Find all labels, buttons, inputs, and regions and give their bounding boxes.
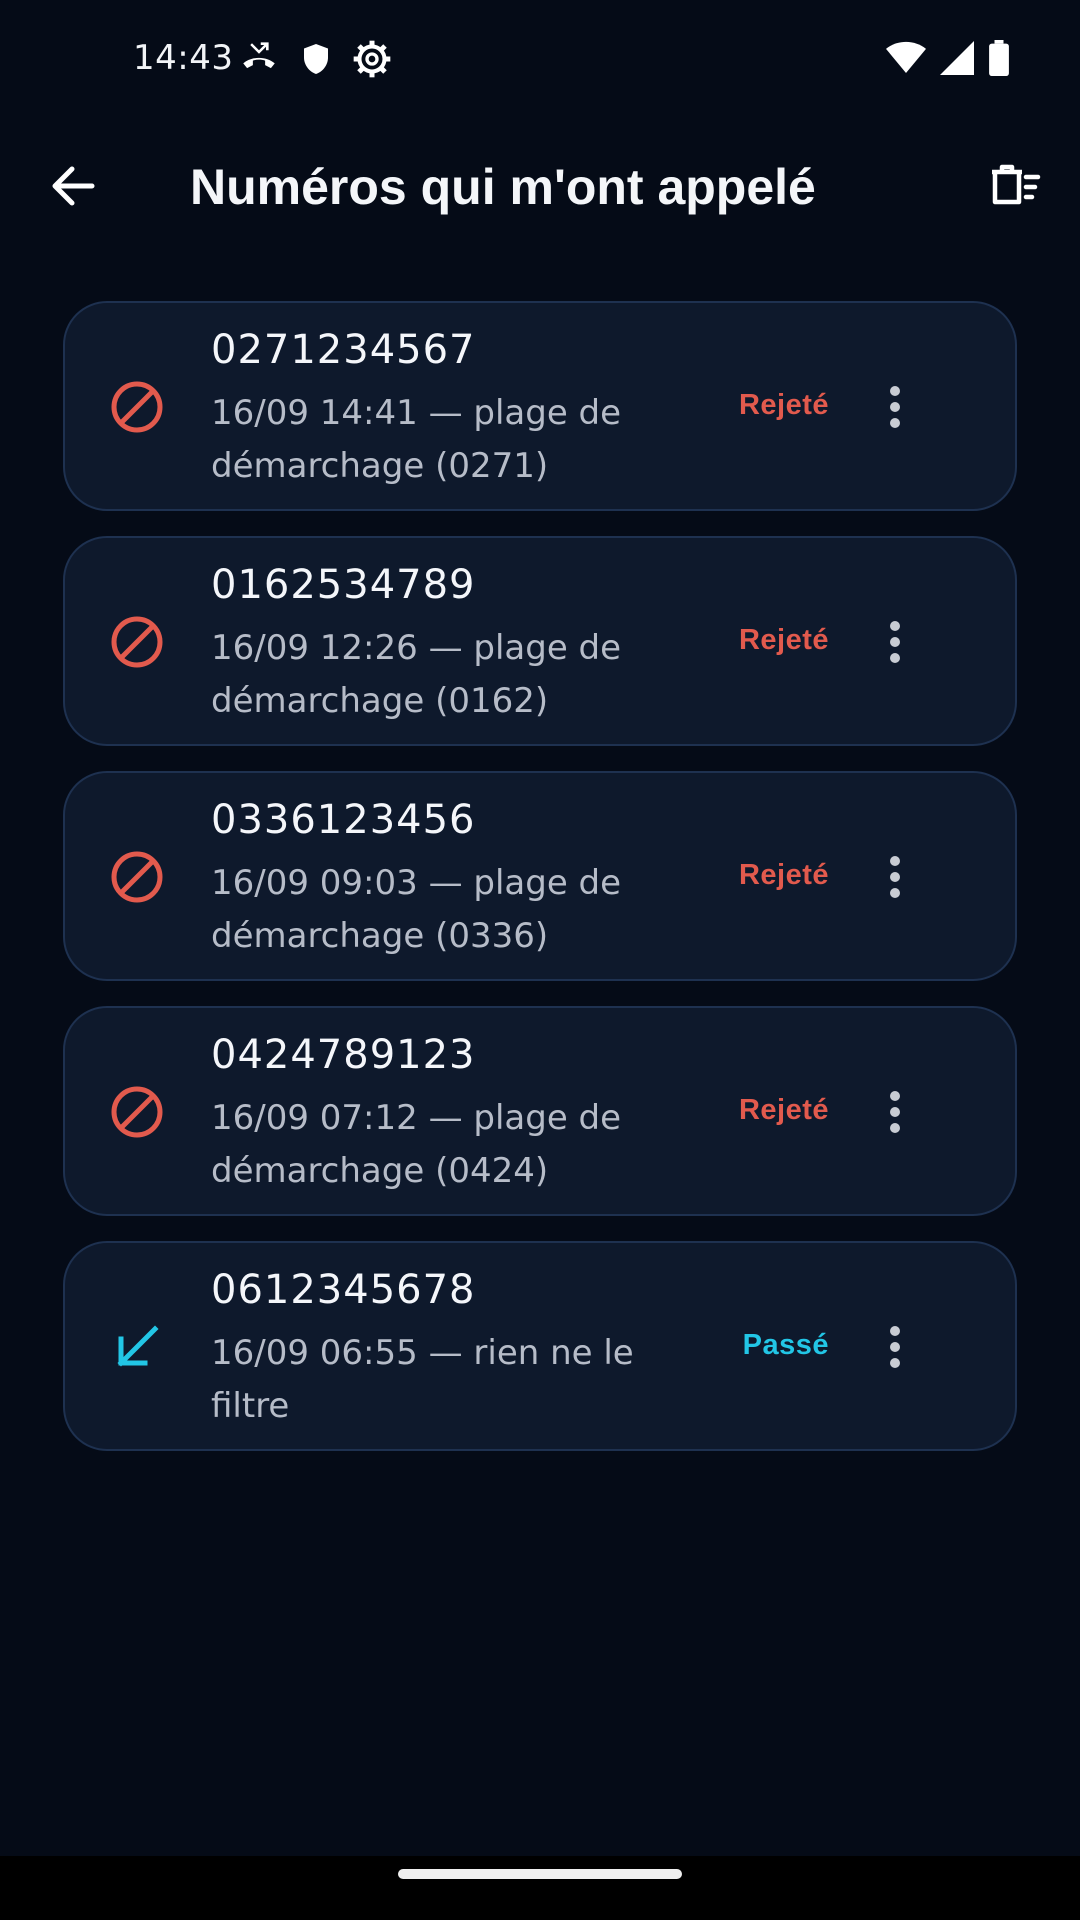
more-vert-icon xyxy=(890,621,900,663)
call-status-badge: Rejeté xyxy=(738,859,829,891)
call-detail: 16/09 06:55 — rien ne le filtre xyxy=(211,1333,634,1426)
battery-icon xyxy=(988,40,1010,76)
back-button[interactable] xyxy=(44,160,104,212)
call-log-item[interactable]: 0612345678 16/09 06:55 — rien ne le filt… xyxy=(63,1241,1017,1451)
call-log-list: 0271234567 16/09 14:41 — plage de démarc… xyxy=(63,301,1017,1476)
more-options-button[interactable] xyxy=(883,853,907,901)
call-log-item[interactable]: 0336123456 16/09 09:03 — plage de démarc… xyxy=(63,771,1017,981)
status-bar: 14:43 xyxy=(0,0,1080,116)
system-nav-bar xyxy=(0,1856,1080,1920)
call-detail: 16/09 12:26 — plage de démarchage (0162) xyxy=(211,628,622,721)
more-options-button[interactable] xyxy=(883,1088,907,1136)
wifi-icon xyxy=(886,41,926,75)
more-options-button[interactable] xyxy=(883,618,907,666)
status-right-icons xyxy=(886,40,1010,76)
arrow-left-icon xyxy=(52,166,95,206)
block-icon xyxy=(109,849,165,905)
block-icon xyxy=(109,1084,165,1140)
settings-gear-icon xyxy=(352,38,392,80)
call-log-item[interactable]: 0424789123 16/09 07:12 — plage de démarc… xyxy=(63,1006,1017,1216)
cellular-signal-icon xyxy=(940,41,974,75)
block-icon xyxy=(109,379,165,435)
call-log-item[interactable]: 0271234567 16/09 14:41 — plage de démarc… xyxy=(63,301,1017,511)
call-detail: 16/09 07:12 — plage de démarchage (0424) xyxy=(211,1098,622,1191)
more-vert-icon xyxy=(890,856,900,898)
more-vert-icon xyxy=(890,1091,900,1133)
caller-number: 0424789123 xyxy=(211,1032,476,1078)
status-time: 14:43 xyxy=(133,38,234,78)
call-detail: 16/09 09:03 — plage de démarchage (0336) xyxy=(211,863,622,956)
call-status-badge: Rejeté xyxy=(738,389,829,421)
app-bar: Numéros qui m'ont appelé xyxy=(0,140,1080,232)
missed-call-icon xyxy=(238,38,280,80)
more-vert-icon xyxy=(890,1326,900,1368)
more-vert-icon xyxy=(890,386,900,428)
shield-icon xyxy=(298,38,334,80)
incoming-call-arrow-icon xyxy=(109,1319,165,1375)
page-title: Numéros qui m'ont appelé xyxy=(190,159,816,215)
caller-number: 0336123456 xyxy=(211,797,476,843)
delete-sweep-icon xyxy=(992,164,1041,205)
block-icon xyxy=(109,614,165,670)
call-status-badge: Rejeté xyxy=(738,1094,829,1126)
call-status-badge: Passé xyxy=(742,1329,829,1361)
caller-number: 0612345678 xyxy=(211,1267,476,1313)
more-options-button[interactable] xyxy=(883,383,907,431)
home-indicator[interactable] xyxy=(398,1869,682,1879)
call-log-item[interactable]: 0162534789 16/09 12:26 — plage de démarc… xyxy=(63,536,1017,746)
more-options-button[interactable] xyxy=(883,1323,907,1371)
status-left-icons xyxy=(238,38,392,80)
caller-number: 0162534789 xyxy=(211,562,476,608)
caller-number: 0271234567 xyxy=(211,327,476,373)
call-status-badge: Rejeté xyxy=(738,624,829,656)
call-detail: 16/09 14:41 — plage de démarchage (0271) xyxy=(211,393,622,486)
clear-history-button[interactable] xyxy=(984,156,1044,216)
